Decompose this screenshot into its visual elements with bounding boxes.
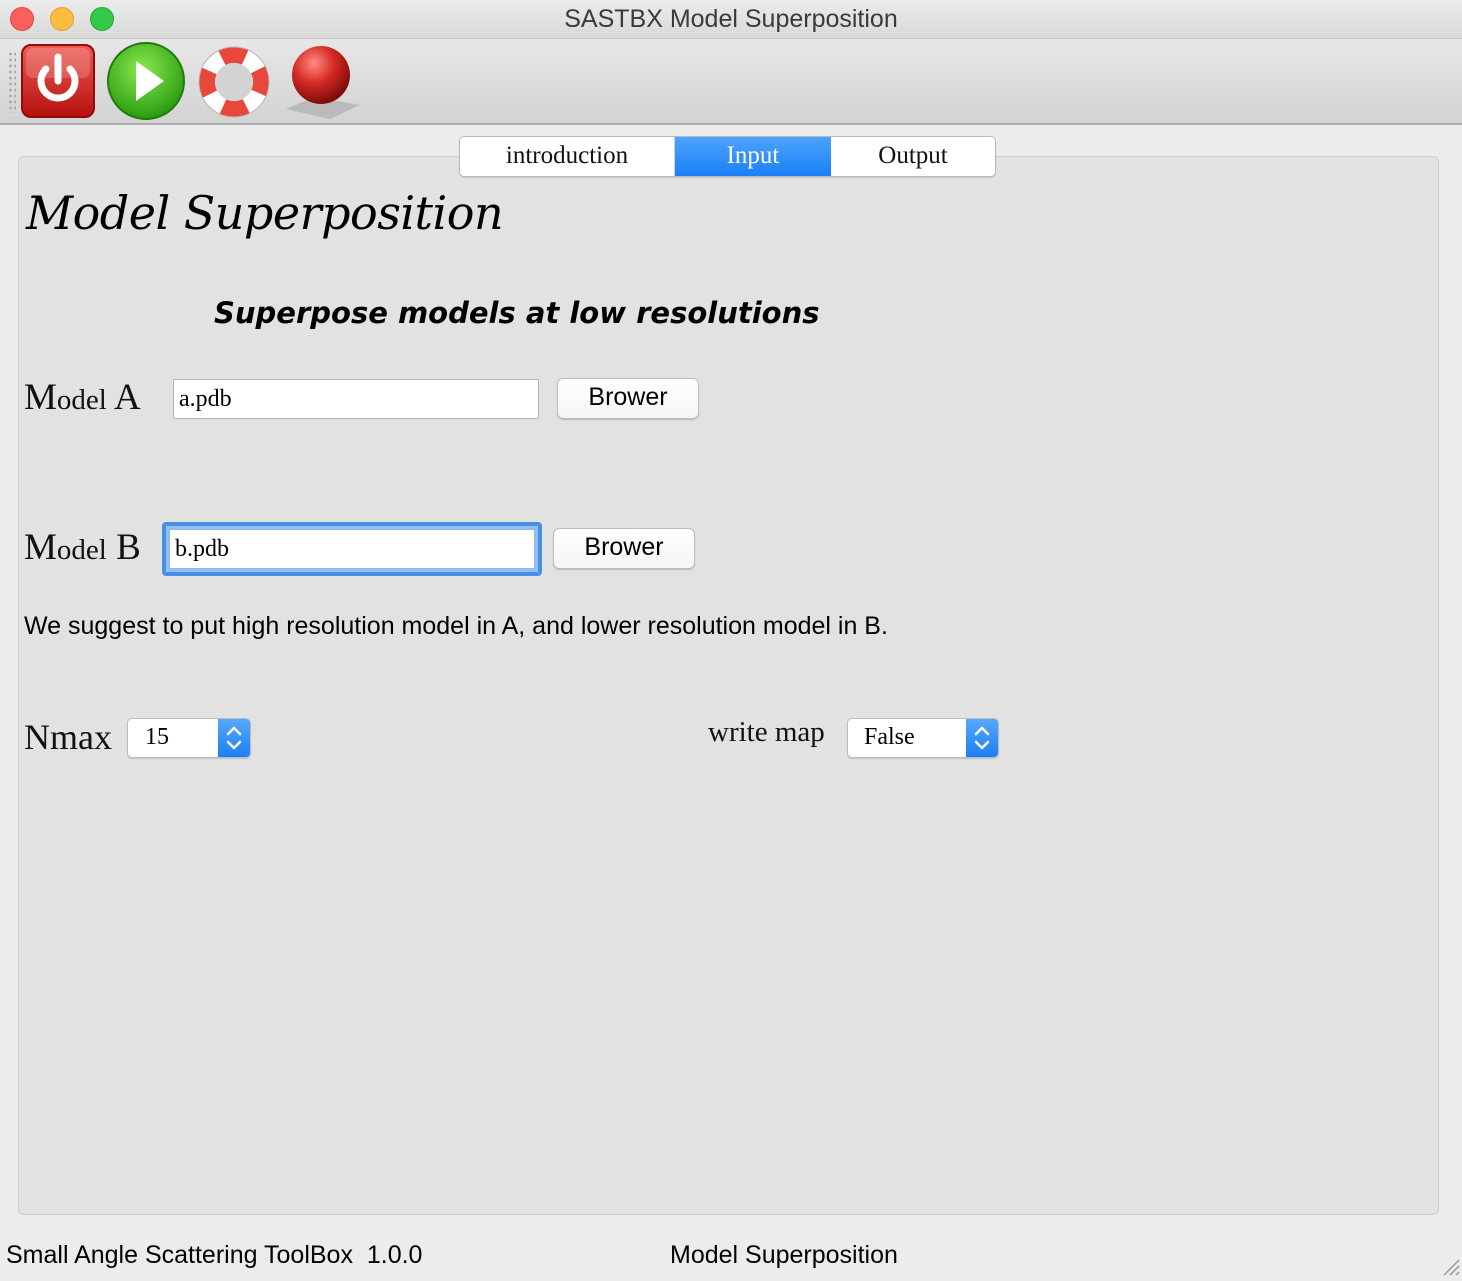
tab-output[interactable]: Output bbox=[831, 137, 995, 176]
lifebuoy-icon bbox=[198, 46, 270, 118]
write-map-select[interactable]: False bbox=[847, 718, 999, 758]
red-sphere-icon bbox=[286, 46, 360, 119]
play-icon bbox=[107, 42, 185, 120]
toolbar-grip[interactable] bbox=[8, 51, 16, 113]
status-app-version: Small Angle Scattering ToolBox 1.0.0 bbox=[6, 1241, 423, 1269]
quit-button[interactable] bbox=[20, 43, 96, 119]
model-a-browse-button[interactable]: Brower bbox=[557, 378, 699, 419]
stop-button[interactable] bbox=[284, 43, 362, 121]
run-button[interactable] bbox=[106, 41, 186, 121]
page-title: Model Superposition bbox=[26, 186, 504, 240]
stepper-arrows-icon bbox=[218, 719, 250, 757]
title-bar: SASTBX Model Superposition bbox=[0, 0, 1462, 39]
nmax-select[interactable]: 15 bbox=[127, 718, 251, 758]
tab-introduction[interactable]: introduction bbox=[460, 137, 675, 176]
hint-text: We suggest to put high resolution model … bbox=[24, 612, 888, 640]
stepper-arrows-icon bbox=[966, 719, 998, 757]
power-icon bbox=[21, 44, 95, 118]
tab-input[interactable]: Input bbox=[675, 137, 831, 176]
write-map-value: False bbox=[864, 724, 915, 750]
nmax-value: 15 bbox=[145, 724, 169, 750]
status-module-name: Model Superposition bbox=[670, 1241, 898, 1269]
resize-grip-icon[interactable] bbox=[1440, 1256, 1460, 1276]
window-title: SASTBX Model Superposition bbox=[564, 5, 898, 33]
toolbar bbox=[0, 39, 1462, 125]
model-b-label: Model B bbox=[24, 527, 141, 568]
model-a-path-input[interactable] bbox=[173, 379, 539, 419]
help-button[interactable] bbox=[195, 43, 273, 121]
model-b-path-input[interactable] bbox=[169, 529, 535, 569]
tab-bar: introduction Input Output bbox=[459, 136, 996, 177]
model-a-label: Model A bbox=[24, 377, 141, 418]
model-b-browse-button[interactable]: Brower bbox=[553, 528, 695, 569]
write-map-label: write map bbox=[708, 716, 825, 748]
nmax-label: Nmax bbox=[24, 717, 112, 757]
page-subtitle: Superpose models at low resolutions bbox=[214, 296, 820, 330]
